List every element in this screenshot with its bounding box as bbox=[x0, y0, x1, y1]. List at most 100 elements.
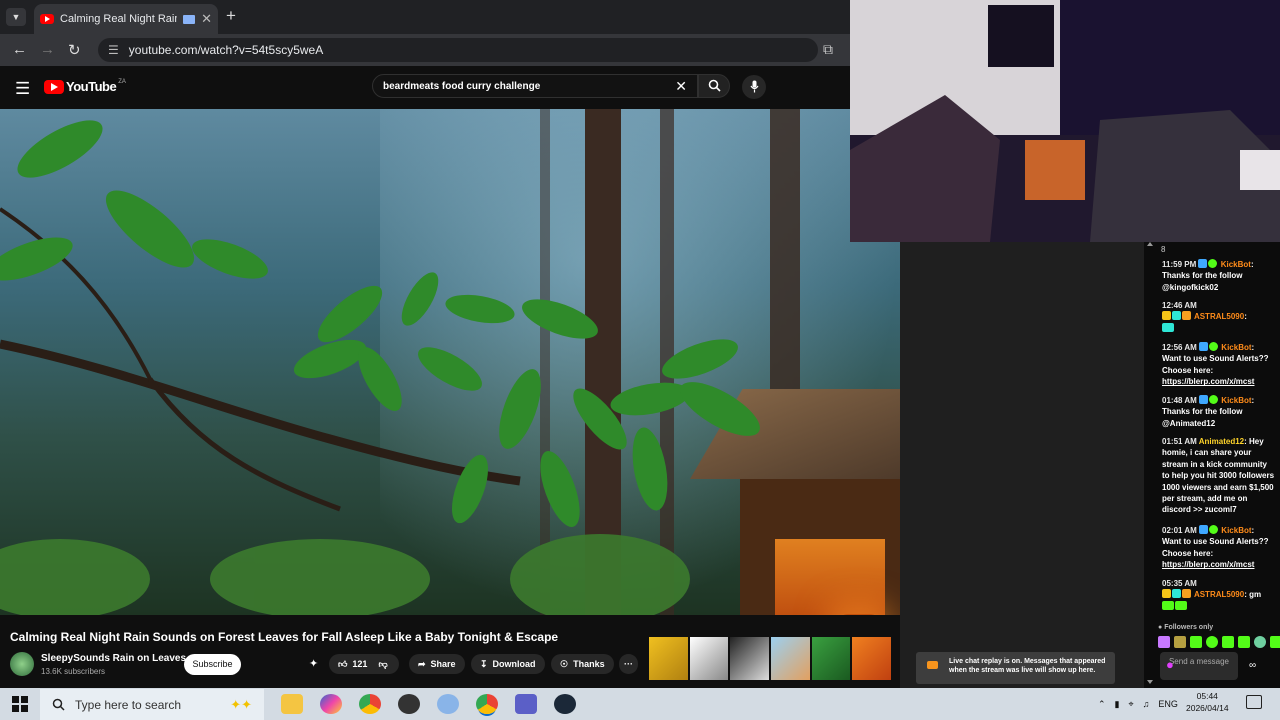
message-user[interactable]: KickBot bbox=[1221, 343, 1251, 352]
forward-arrow-icon[interactable]: → bbox=[40, 41, 55, 58]
snipping-tool-icon[interactable] bbox=[437, 694, 459, 714]
emote-icon[interactable] bbox=[1206, 636, 1218, 648]
channel-name[interactable]: SleepySounds Rain on Leaves bbox=[41, 653, 186, 664]
microphone-tray-icon[interactable]: ▮ bbox=[1115, 699, 1120, 710]
subscriber-count: 13.6K subscribers bbox=[41, 667, 106, 676]
new-tab-button[interactable]: + bbox=[226, 6, 236, 26]
voice-search-button[interactable] bbox=[742, 75, 766, 99]
recommended-chips[interactable] bbox=[649, 637, 892, 680]
thumbnail[interactable] bbox=[689, 637, 729, 680]
mic-icon[interactable]: ● bbox=[1166, 657, 1178, 673]
clear-search-icon[interactable]: ✕ bbox=[675, 78, 687, 95]
thumbnail[interactable] bbox=[811, 637, 851, 680]
message-user[interactable]: KickBot bbox=[1221, 526, 1251, 535]
volume-icon[interactable]: ♫ bbox=[1143, 699, 1150, 709]
share-button[interactable]: ➦ Share bbox=[409, 654, 465, 674]
emote-icon[interactable] bbox=[1238, 636, 1250, 648]
message-time: 02:01 AM bbox=[1162, 526, 1197, 535]
microphone-icon bbox=[750, 80, 758, 93]
video-title: Calming Real Night Rain Sounds on Forest… bbox=[10, 630, 559, 644]
channel-avatar[interactable] bbox=[10, 652, 34, 676]
download-button[interactable]: ↧ Download bbox=[471, 654, 545, 674]
subscribe-button[interactable]: Subscribe bbox=[184, 654, 241, 675]
menu-icon[interactable]: ☰ bbox=[15, 79, 30, 99]
thanks-button[interactable]: ☉ Thanks bbox=[551, 654, 614, 674]
scroll-up-icon[interactable] bbox=[1147, 242, 1153, 246]
back-arrow-icon[interactable]: ← bbox=[12, 41, 27, 58]
emote-icon[interactable] bbox=[1222, 636, 1234, 648]
like-count[interactable]: 121 bbox=[352, 659, 367, 669]
like-dislike-group: 👍︎ 121 👎︎ bbox=[329, 654, 399, 674]
copilot-icon[interactable] bbox=[320, 694, 342, 714]
chrome-icon[interactable] bbox=[359, 694, 381, 714]
emote-icon[interactable] bbox=[1174, 636, 1186, 648]
file-explorer-icon[interactable] bbox=[281, 694, 303, 714]
followers-only-label: ● Followers only bbox=[1158, 624, 1214, 631]
more-actions-button[interactable]: ··· bbox=[619, 654, 638, 674]
network-icon[interactable]: ⌖ bbox=[1129, 699, 1134, 710]
webcam-overlay bbox=[850, 0, 1280, 242]
youtube-logo[interactable]: YouTube ZA bbox=[44, 79, 126, 94]
message-link[interactable]: https://blerp.com/x/mcst bbox=[1162, 560, 1254, 569]
live-icon bbox=[927, 661, 938, 669]
scroll-down-icon[interactable] bbox=[1147, 680, 1153, 684]
thumbnail[interactable] bbox=[649, 637, 688, 680]
message-user[interactable]: KickBot bbox=[1221, 260, 1251, 269]
gift-badge-icon bbox=[1182, 589, 1191, 599]
thumbnail[interactable] bbox=[771, 637, 810, 680]
empty-side-panel bbox=[900, 242, 1144, 688]
chat-panel[interactable]: 8 11:59 PM KickBot: Thanks for the follo… bbox=[1144, 242, 1280, 688]
video-player[interactable] bbox=[0, 109, 900, 615]
foreground-leaves bbox=[0, 120, 760, 615]
chat-message: 05:35 AM ASTRAL5090: gm bbox=[1162, 578, 1276, 612]
dislike-icon[interactable]: 👎︎ bbox=[378, 659, 387, 670]
message-user[interactable]: ASTRAL5090 bbox=[1194, 590, 1244, 599]
followers-only-text: Followers only bbox=[1164, 624, 1214, 631]
site-info-icon[interactable]: ☰ bbox=[108, 43, 119, 57]
chat-settings-icon[interactable]: ∞ bbox=[1249, 660, 1256, 671]
share-label: Share bbox=[430, 659, 456, 669]
taskbar-search[interactable]: Type here to search ✦✦ bbox=[40, 689, 264, 720]
taskbar-clock[interactable]: 05:44 2026/04/14 bbox=[1186, 690, 1229, 714]
chevron-up-icon[interactable]: ⌃ bbox=[1098, 699, 1106, 710]
search-input[interactable]: beardmeats food curry challenge ✕ bbox=[372, 74, 698, 98]
search-button[interactable] bbox=[698, 74, 730, 98]
chat-scrollbar[interactable] bbox=[1147, 242, 1153, 688]
emote-bar[interactable] bbox=[1158, 636, 1280, 648]
chat-counter: 8 bbox=[1161, 245, 1166, 254]
language-indicator[interactable]: ENG bbox=[1158, 699, 1178, 709]
obs-icon[interactable] bbox=[398, 694, 420, 714]
thumbnail[interactable] bbox=[730, 637, 770, 680]
crown-badge-icon bbox=[1162, 311, 1171, 321]
sparkle-icon: ✦✦ bbox=[230, 696, 252, 712]
reload-icon[interactable]: ↻ bbox=[68, 41, 81, 59]
emote-icon[interactable] bbox=[1158, 636, 1170, 648]
windows-start-icon[interactable] bbox=[11, 695, 29, 713]
message-text: Want to use Sound Alerts?? Choose here: bbox=[1162, 354, 1269, 375]
tab-media-icon[interactable] bbox=[183, 14, 196, 24]
gift-badge-icon bbox=[1182, 311, 1191, 321]
message-user[interactable]: ASTRAL5090 bbox=[1194, 312, 1244, 321]
message-text: gm bbox=[1249, 590, 1262, 600]
chat-message: 12:56 AM KickBot: Want to use Sound Aler… bbox=[1162, 342, 1269, 387]
tab-search-button[interactable]: ▼ bbox=[6, 8, 26, 26]
emote-icon[interactable] bbox=[1190, 636, 1202, 648]
emote-icon[interactable] bbox=[1254, 636, 1266, 648]
message-link[interactable]: https://blerp.com/x/mcst bbox=[1162, 377, 1254, 386]
browser-tab-active[interactable]: Calming Real Night Rain Sc ✕ bbox=[34, 4, 218, 34]
hype-icon[interactable]: ✦ bbox=[309, 657, 318, 670]
like-icon[interactable]: 👍︎ bbox=[338, 659, 347, 670]
cast-icon[interactable]: ⧉ bbox=[823, 41, 833, 58]
chrome-active-icon[interactable] bbox=[476, 694, 498, 714]
message-user[interactable]: Animated12 bbox=[1199, 437, 1244, 446]
emote-icon bbox=[1162, 322, 1174, 332]
steam-icon[interactable] bbox=[554, 694, 576, 714]
youtube-favicon-icon bbox=[40, 14, 54, 24]
close-tab-icon[interactable]: ✕ bbox=[201, 11, 212, 27]
emote-icon[interactable] bbox=[1270, 636, 1280, 648]
thumbnail[interactable] bbox=[852, 637, 892, 680]
message-user[interactable]: KickBot bbox=[1221, 396, 1251, 405]
notifications-icon[interactable] bbox=[1246, 695, 1262, 709]
address-bar[interactable]: ☰ youtube.com/watch?v=54t5scy5weA bbox=[98, 38, 818, 62]
teams-icon[interactable] bbox=[515, 694, 537, 714]
